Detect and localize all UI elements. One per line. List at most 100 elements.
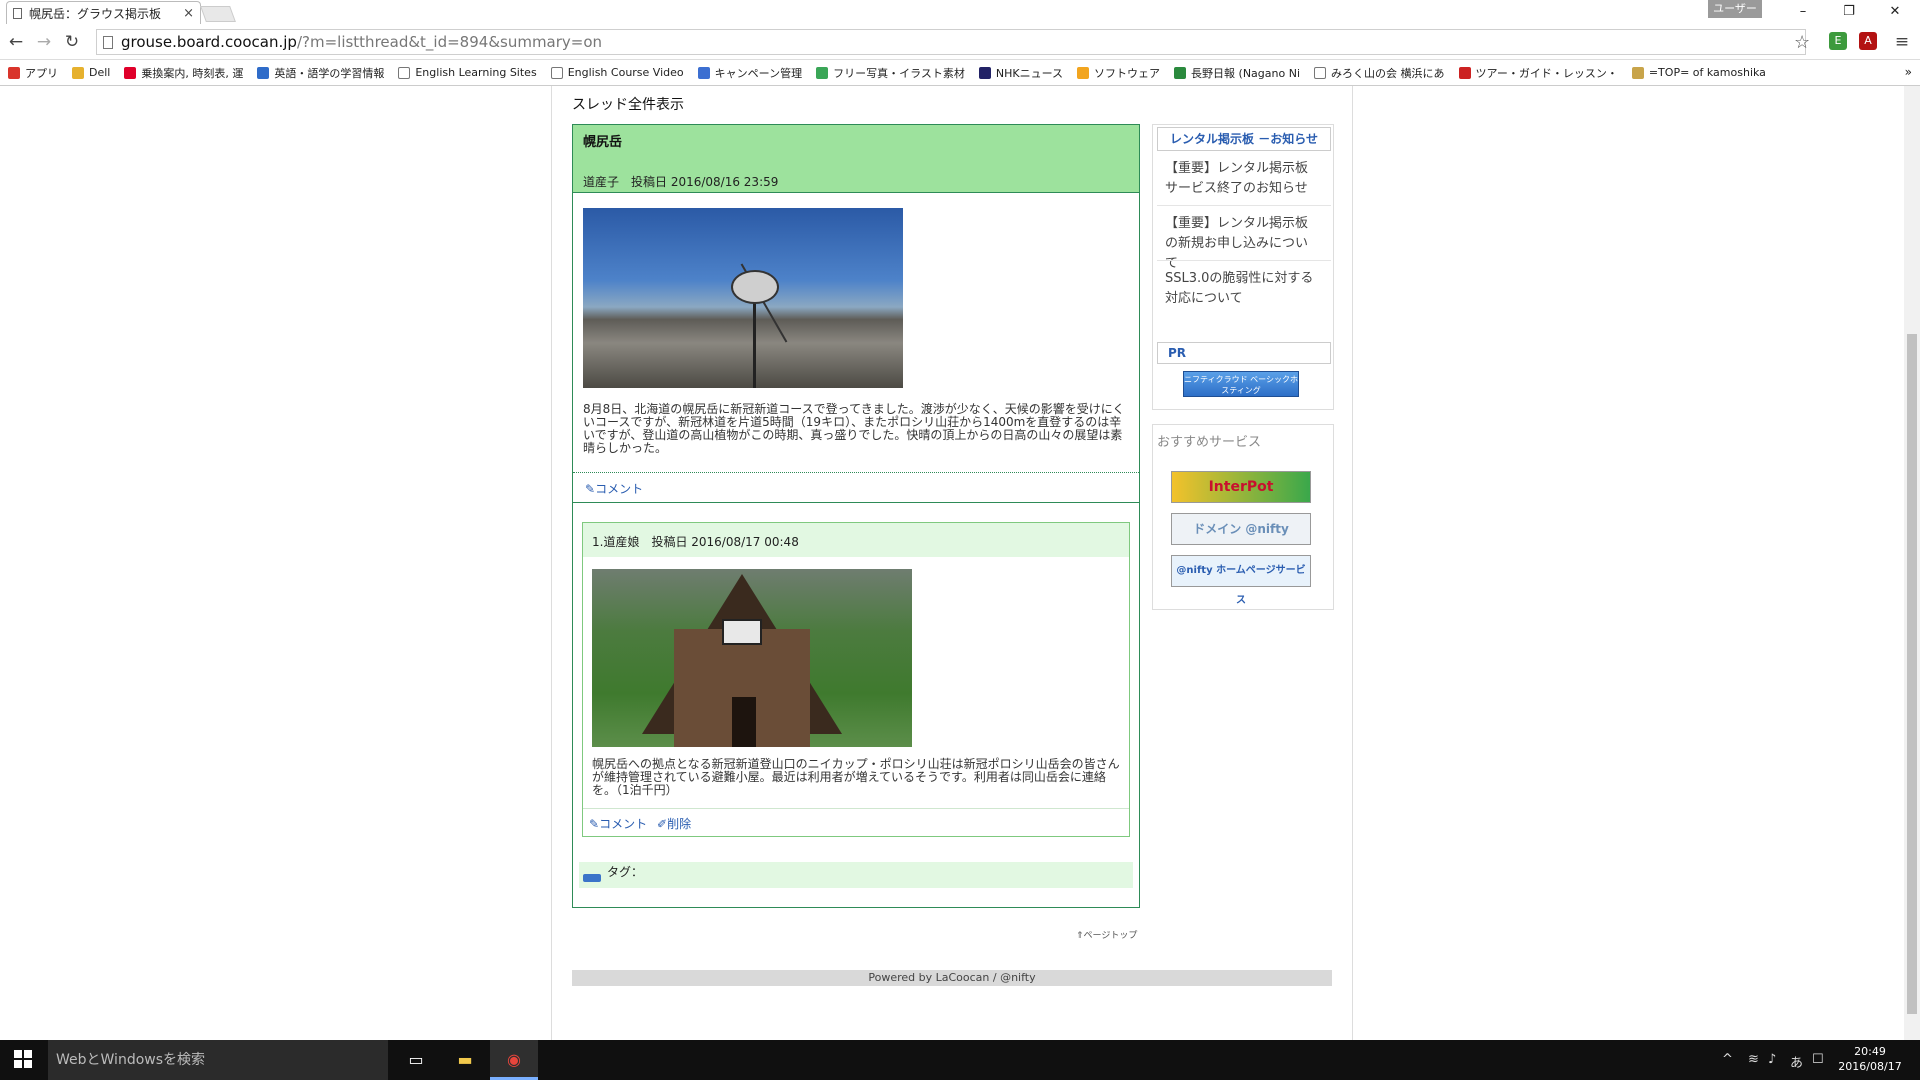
services-title: おすすめサービス: [1157, 435, 1262, 450]
page-left-rule: [551, 86, 552, 1040]
notice-item[interactable]: SSL3.0の脆弱性に対する対応について: [1165, 269, 1320, 309]
new-tab-button[interactable]: [200, 6, 236, 22]
forward-arrow-icon[interactable]: →: [34, 32, 54, 52]
reload-icon[interactable]: ↻: [62, 32, 82, 52]
ime-icon[interactable]: あ: [1790, 1052, 1803, 1071]
taskbar-clock[interactable]: 20:49 2016/08/17: [1830, 1044, 1910, 1074]
url-input[interactable]: grouse.board.coocan.jp/?m=listthread&t_i…: [96, 29, 1806, 55]
bookmark-icon: [1458, 66, 1471, 79]
bookmark-label: 英語・語学の学習情報: [274, 66, 385, 80]
address-toolbar: ← → ↻ grouse.board.coocan.jp/?m=listthre…: [0, 24, 1920, 60]
bookmark-label: =TOP= of kamoshika: [1648, 66, 1766, 79]
bookmark-label: Dell: [89, 66, 111, 79]
bookmark-item[interactable]: English Learning Sites: [398, 66, 537, 79]
services-box: おすすめサービス InterPot ドメイン @nifty @nifty ホーム…: [1152, 424, 1334, 610]
taskbar-search-input[interactable]: WebとWindowsを検索: [48, 1040, 388, 1080]
bookmark-icon: [124, 66, 137, 79]
tag-icon: [583, 874, 601, 882]
bookmark-item[interactable]: Dell: [72, 66, 110, 79]
bookmark-label: アプリ: [25, 66, 58, 80]
hut-photo[interactable]: [592, 569, 912, 747]
thread-title: 幌尻岳: [583, 135, 623, 150]
thread-header: 幌尻岳 道産子 投稿日 2016/08/16 23:59: [573, 125, 1139, 193]
page-icon: [13, 7, 22, 19]
bookmark-icon: [257, 66, 270, 79]
reply-body: 幌尻岳への拠点となる新冠新道登山口のニイカップ・ポロシリ山荘は新冠ポロシリ山岳会…: [592, 757, 1120, 797]
bookmark-icon: [978, 66, 991, 79]
bookmark-item[interactable]: ツアー・ガイド・レッスン・: [1458, 65, 1618, 81]
close-window-button[interactable]: ✕: [1872, 0, 1918, 24]
summit-photo[interactable]: [583, 208, 903, 388]
page-right-rule: [1352, 86, 1353, 1040]
pr-banner[interactable]: ニフティクラウド ベーシックホスティング: [1183, 371, 1299, 397]
bookmark-item[interactable]: 英語・語学の学習情報: [257, 65, 384, 81]
homepage-service-banner[interactable]: @nifty ホームページサービス: [1171, 555, 1311, 606]
network-icon[interactable]: ≋: [1748, 1052, 1759, 1067]
thread-container: 幌尻岳 道産子 投稿日 2016/08/16 23:59 8月8日、北海道の幌尻…: [572, 124, 1140, 908]
divider: [1157, 205, 1331, 206]
bookmark-item[interactable]: =TOP= of kamoshika: [1631, 66, 1766, 79]
notice-item[interactable]: 【重要】レンタル掲示板サービス終了のお知らせ: [1165, 159, 1320, 199]
bookmark-item[interactable]: フリー写真・イラスト素材: [816, 65, 965, 81]
delete-label: 削除: [667, 817, 692, 831]
bookmark-label: ツアー・ガイド・レッスン・: [1475, 66, 1618, 80]
up-arrow-icon: ⇑: [1076, 931, 1084, 941]
scrollbar-thumb[interactable]: [1907, 334, 1917, 1014]
reply-header: 1.道産娘 投稿日 2016/08/17 00:48: [583, 523, 1129, 557]
minimize-button[interactable]: –: [1780, 0, 1826, 24]
domain-banner[interactable]: ドメイン @nifty: [1171, 513, 1311, 545]
bookmark-star-icon[interactable]: ☆: [1794, 32, 1810, 53]
powered-by-footer: Powered by LaCoocan / @nifty: [572, 970, 1332, 986]
notice-title[interactable]: レンタル掲示板 －お知らせ: [1157, 127, 1331, 151]
bookmark-label: 乗換案内, 時刻表, 運: [141, 66, 244, 80]
tab-close-icon[interactable]: ×: [183, 6, 194, 21]
thread-body: 8月8日、北海道の幌尻岳に新冠新道コースで登ってきました。渡渉が少なく、天候の影…: [583, 402, 1125, 455]
bookmark-icon: [697, 66, 710, 79]
page-top-label: ページトップ: [1083, 931, 1138, 941]
chrome-icon[interactable]: ◉: [490, 1040, 538, 1080]
page-top-link[interactable]: ⇑ページトップ: [1076, 928, 1137, 941]
comment-label: コメント: [599, 817, 648, 831]
windows-taskbar: WebとWindowsを検索 ▭ ▬ ◉ ^ ≋ ♪ あ ☐ 20:49 201…: [0, 1040, 1920, 1080]
interpot-banner[interactable]: InterPot: [1171, 471, 1311, 503]
page-viewport: スレッド全件表示 幌尻岳 道産子 投稿日 2016/08/16 23:59 8月…: [0, 86, 1920, 1040]
bookmark-label: English Learning Sites: [415, 66, 537, 79]
menu-icon[interactable]: ≡: [1892, 32, 1912, 52]
volume-icon[interactable]: ♪: [1768, 1052, 1776, 1067]
notice-item[interactable]: 【重要】レンタル掲示板の新規お申し込みについて: [1165, 214, 1320, 274]
comment-label: コメント: [595, 482, 644, 496]
bookmark-item[interactable]: みろく山の会 横浜にあ: [1314, 65, 1445, 81]
tab-title: 幌尻岳：グラウス掲示板: [29, 6, 162, 21]
back-arrow-icon[interactable]: ←: [6, 32, 26, 52]
bookmark-item[interactable]: English Course Video: [550, 66, 684, 79]
evernote-extension-icon[interactable]: E: [1829, 32, 1847, 50]
bookmark-item[interactable]: キャンペーン管理: [697, 65, 802, 81]
bookmark-item[interactable]: NHKニュース: [978, 65, 1063, 81]
bookmark-item[interactable]: 乗換案内, 時刻表, 運: [124, 65, 243, 81]
reply-comment-link[interactable]: ✎コメント: [589, 815, 647, 832]
bookmark-label: 長野日報 (Nagano Ni: [1191, 66, 1300, 80]
bookmark-item[interactable]: アプリ: [8, 65, 58, 81]
user-profile-badge[interactable]: ユーザー 1: [1708, 0, 1762, 33]
divider: [583, 808, 1129, 809]
page-heading: スレッド全件表示: [572, 97, 684, 113]
pdf-extension-icon[interactable]: A: [1859, 32, 1877, 50]
bookmark-icon: [816, 66, 829, 79]
bookmark-icon: [1077, 66, 1090, 79]
notifications-icon[interactable]: ☐: [1812, 1052, 1824, 1067]
bookmarks-overflow-icon[interactable]: »: [1905, 65, 1912, 79]
reply-delete-link[interactable]: ✐削除: [657, 815, 691, 832]
task-view-icon[interactable]: ▭: [392, 1040, 440, 1080]
file-explorer-icon[interactable]: ▬: [441, 1040, 489, 1080]
comment-link[interactable]: ✎コメント: [585, 480, 643, 497]
bookmark-item[interactable]: ソフトウェア: [1077, 65, 1160, 81]
bookmark-item[interactable]: 長野日報 (Nagano Ni: [1174, 65, 1300, 81]
windows-start-icon[interactable]: [14, 1050, 32, 1068]
divider: [573, 472, 1139, 473]
browser-tab[interactable]: 幌尻岳：グラウス掲示板 ×: [6, 1, 201, 24]
restore-button[interactable]: ❐: [1826, 0, 1872, 24]
tray-chevron-icon[interactable]: ^: [1722, 1052, 1733, 1067]
page-scrollbar[interactable]: [1904, 86, 1920, 1040]
bookmark-icon: [398, 66, 411, 79]
clock-date: 2016/08/17: [1838, 1060, 1902, 1073]
